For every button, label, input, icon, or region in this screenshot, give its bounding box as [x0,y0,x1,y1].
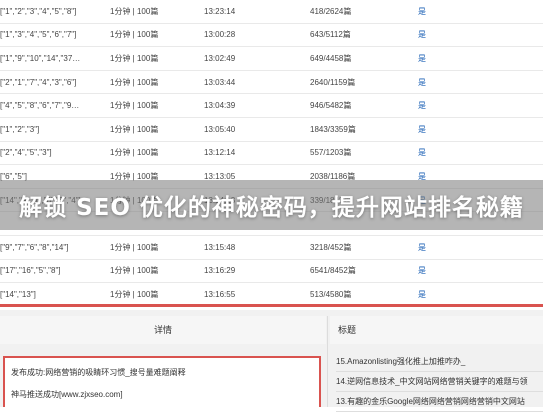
row-ratio-cell: 557/1203篇 [310,141,418,166]
status-flag[interactable]: 是 [418,7,426,16]
status-flag[interactable]: 是 [418,30,426,39]
table-row: ["2","4","5","3"] 1分钟 | 100篇 13:12:14 557/1… [0,141,543,166]
status-flag[interactable]: 是 [418,290,426,299]
row-ratio-cell: 2640/1159篇 [310,70,418,95]
table-row: ["9","7","6","8","14"] 1分钟 | 100篇 13:15:48… [0,235,543,260]
row-ids-cell: ["17","16","5","8"] [0,259,110,284]
row-method-cell: 1分钟 | 100篇 [110,282,204,304]
row-method-cell: 1分钟 | 100篇 [110,70,204,95]
row-time-cell: 13:02:49 [204,46,310,71]
row-ratio-cell: 513/4580篇 [310,282,418,304]
row-ids-cell: ["2","4","5","3"] [0,141,110,166]
row-method-cell: 1分钟 | 100篇 [110,259,204,284]
title-list-item[interactable]: 13.有趣的金乐Google网络网络营销网络营销中文网站 [336,392,543,412]
table-row: ["2","1","7","4","3","6"] 1分钟 | 100篇 13:03… [0,70,543,95]
status-flag[interactable]: 是 [418,243,426,252]
row-ratio-cell: 1843/3359篇 [310,117,418,142]
row-ids-cell: ["1","9","10","14","37… [0,46,110,71]
status-flag[interactable]: 是 [418,78,426,87]
row-method-cell: 1分钟 | 100篇 [110,117,204,142]
status-flag[interactable]: 是 [418,101,426,110]
row-flag-cell: 是 [418,93,543,118]
detail-cell: 发布成功:网络营销的吸睛环习惯_搜号量难题阐释 神马推送成功[www.zjxse… [3,356,321,407]
row-time-cell: 13:16:29 [204,259,310,284]
row-flag-cell: 是 [418,117,543,142]
column-divider [327,316,328,407]
row-time-cell: 13:15:48 [204,235,310,260]
row-method-cell: 1分钟 | 100篇 [110,0,204,24]
row-method-cell: 1分钟 | 100篇 [110,23,204,48]
row-flag-cell: 是 [418,23,543,48]
row-ids-cell: ["1","3","4","5","6","7"] [0,23,110,48]
row-time-cell: 13:17:58 [204,306,310,307]
table-row: ["1","2","3","4","5","8"] 1分钟 | 100篇 13:23… [0,0,543,24]
row-ids-cell [0,306,110,307]
row-ids-cell: ["9","7","6","8","14"] [0,235,110,260]
status-flag[interactable]: 是 [418,266,426,275]
row-method-cell: 1分钟 | 100篇 [110,46,204,71]
row-method-cell: 1分钟 | 100篇 [110,306,204,307]
row-ids-cell: ["1","2","3"] [0,117,110,142]
row-flag-cell: 是 [418,235,543,260]
row-ratio-cell: 6541/8452篇 [310,259,418,284]
row-flag-cell: 是 [418,0,543,24]
row-flag-cell: 是 [418,70,543,95]
detail-publish-result: 发布成功:网络营销的吸睛环习惯_搜号量难题阐释 [11,368,186,377]
row-time-cell: 13:00:28 [204,23,310,48]
table-row: 1分钟 | 100篇13:17:58954/12005篇是 [0,306,543,307]
table-row: ["1","2","3"] 1分钟 | 100篇 13:05:40 1843/3359… [0,117,543,142]
row-flag-cell: 是 [418,282,543,304]
row-ratio-cell: 643/5112篇 [310,23,418,48]
log-table: ["1","2","3","4","5","8"] 1分钟 | 100篇 13:23… [0,0,543,307]
status-flag[interactable]: 是 [418,54,426,63]
title-list-item[interactable]: 14.逆网信息技术_中文网站网络营销关键字的难题与领 [336,372,543,392]
status-flag[interactable]: 是 [418,148,426,157]
row-ids-cell: ["1","2","3","4","5","8"] [0,0,110,24]
row-ids-cell: ["4","5","8","6","7","9… [0,93,110,118]
row-ratio-cell: 649/4458篇 [310,46,418,71]
banner-title: 解锁 SEO 优化的神秘密码，提升网站排名秘籍 [19,195,524,221]
table-row: ["1","9","10","14","37… 1分钟 | 100篇 13:02:4… [0,46,543,71]
row-time-cell: 13:23:14 [204,0,310,24]
row-method-cell: 1分钟 | 100篇 [110,235,204,260]
detail-column-header: 详情 [0,316,326,344]
row-method-cell: 1分钟 | 100篇 [110,93,204,118]
title-list: 15.Amazonlisting强化推上加推咋办_ 14.逆网信息技术_中文网站… [336,352,543,412]
table-row: ["14","13"] 1分钟 | 100篇 13:16:55 513/4580篇是 [0,282,543,304]
row-time-cell: 13:04:39 [204,93,310,118]
table-row: ["17","16","5","8"] 1分钟 | 100篇 13:16:29 654… [0,259,543,284]
table-row: ["1","3","4","5","6","7"] 1分钟 | 100篇 13:00… [0,23,543,48]
title-column-header: 标题 [330,316,543,344]
detail-push-result: 神马推送成功[www.zjxseo.com] [11,390,123,399]
row-time-cell: 13:03:44 [204,70,310,95]
row-ratio-cell: 954/12005篇 [310,306,418,307]
row-flag-cell: 是 [418,259,543,284]
status-flag[interactable]: 是 [418,125,426,134]
table-row: ["4","5","8","6","7","9… 1分钟 | 100篇 13:04:… [0,93,543,118]
row-flag-cell: 是 [418,141,543,166]
row-flag-cell: 是 [418,46,543,71]
row-time-cell: 13:12:14 [204,141,310,166]
row-ratio-cell: 3218/452篇 [310,235,418,260]
row-method-cell: 1分钟 | 100篇 [110,141,204,166]
row-time-cell: 13:16:55 [204,282,310,304]
row-ids-cell: ["2","1","7","4","3","6"] [0,70,110,95]
row-ids-cell: ["14","13"] [0,282,110,304]
task-log-table: ["1","2","3","4","5","8"] 1分钟 | 100篇 13:23… [0,0,543,307]
row-ratio-cell: 946/5482篇 [310,93,418,118]
row-flag-cell: 是 [418,306,543,307]
title-list-item[interactable]: 15.Amazonlisting强化推上加推咋办_ [336,352,543,372]
row-time-cell: 13:05:40 [204,117,310,142]
row-ratio-cell: 418/2624篇 [310,0,418,24]
